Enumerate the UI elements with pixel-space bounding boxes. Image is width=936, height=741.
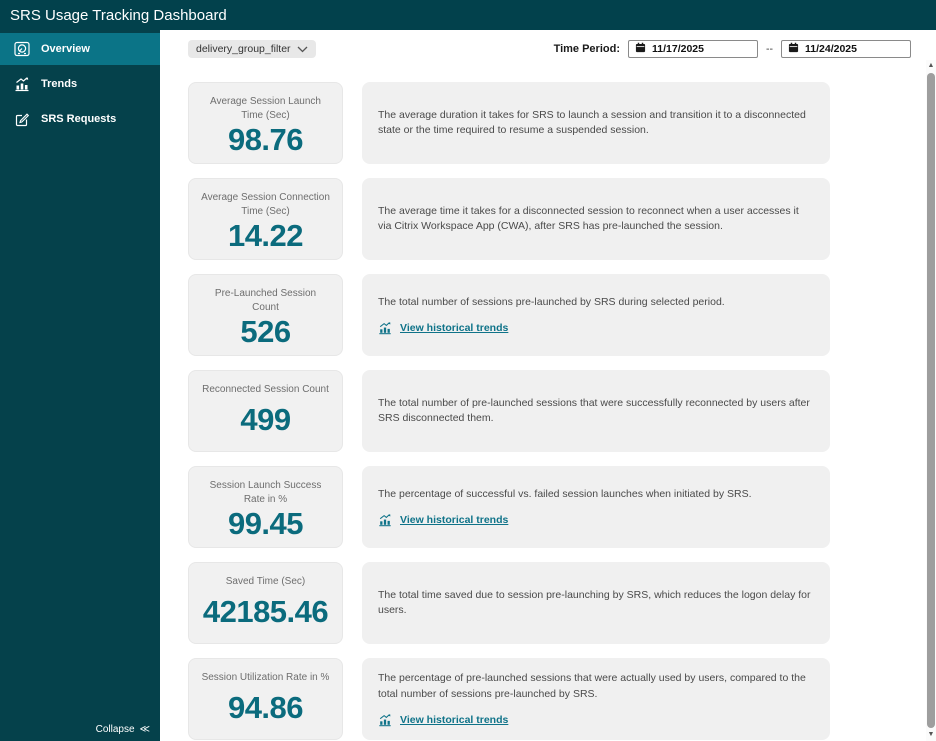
collapse-label: Collapse: [95, 724, 135, 735]
collapse-button[interactable]: Collapse ≪: [96, 724, 150, 735]
delivery-group-filter-dropdown[interactable]: delivery_group_filter: [188, 40, 316, 58]
metric-description-card: The average time it takes for a disconne…: [362, 178, 830, 260]
time-period-label: Time Period:: [553, 43, 620, 55]
trend-link-row: View historical trends: [378, 713, 814, 727]
metric-row: Saved Time (Sec) 42185.46 The total time…: [188, 562, 936, 644]
view-historical-trends-link[interactable]: View historical trends: [400, 322, 508, 334]
sidebar-nav: Overview Trends SRS Requests: [0, 33, 160, 135]
metric-row: Average Session Launch Time (Sec) 98.76 …: [188, 82, 936, 164]
metric-description-card: The total number of sessions pre-launche…: [362, 274, 830, 356]
trend-link-row: View historical trends: [378, 321, 814, 335]
metric-description: The total time saved due to session pre-…: [378, 588, 811, 616]
metric-value: 94.86: [227, 689, 304, 725]
double-chevron-left-icon: ≪: [139, 724, 150, 735]
metric-card: Session Launch Success Rate in % 99.45: [188, 466, 343, 548]
end-date-value: 11/24/2025: [805, 43, 857, 55]
gauge-icon: [14, 41, 30, 57]
metric-value: 14.22: [227, 218, 304, 253]
sidebar-item-label: SRS Requests: [41, 113, 117, 125]
sidebar-item-overview[interactable]: Overview: [0, 33, 160, 65]
scroll-down-arrow[interactable]: ▼: [928, 729, 935, 741]
calendar-icon: [788, 42, 799, 56]
metric-description: The percentage of successful vs. failed …: [378, 487, 752, 500]
metric-title: Session Utilization Rate in %: [201, 672, 330, 683]
filter-label: delivery_group_filter: [196, 43, 291, 55]
metric-title: Pre-Launched Session Count: [214, 288, 317, 313]
sidebar-item-label: Overview: [41, 43, 90, 55]
metric-card: Saved Time (Sec) 42185.46: [188, 562, 343, 644]
scroll-up-arrow[interactable]: ▲: [928, 60, 935, 72]
main-content: delivery_group_filter Time Period: 11/17…: [160, 30, 936, 741]
metric-description-card: The percentage of successful vs. failed …: [362, 466, 830, 548]
metric-description: The percentage of pre-launched sessions …: [378, 672, 806, 700]
date-range-separator: --: [766, 43, 773, 55]
metric-card: Session Utilization Rate in % 94.86: [188, 658, 343, 740]
metric-card: Average Session Launch Time (Sec) 98.76: [188, 82, 343, 164]
sidebar-item-srs-requests[interactable]: SRS Requests: [0, 103, 160, 135]
vertical-scrollbar[interactable]: ▲ ▼: [926, 60, 936, 741]
metric-description-card: The total number of pre-launched session…: [362, 370, 830, 452]
app-header: SRS Usage Tracking Dashboard: [0, 0, 936, 30]
start-date-value: 11/17/2025: [652, 43, 704, 55]
end-date-input[interactable]: 11/24/2025: [781, 40, 911, 58]
sidebar: Overview Trends SRS Requests Collapse ≪: [0, 30, 160, 741]
metric-row: Session Utilization Rate in % 94.86 The …: [188, 658, 936, 740]
edit-icon: [14, 111, 30, 127]
metric-card: Average Session Connection Time (Sec) 14…: [188, 178, 343, 260]
view-historical-trends-link[interactable]: View historical trends: [400, 714, 508, 726]
page-title: SRS Usage Tracking Dashboard: [10, 6, 227, 24]
scrollbar-thumb[interactable]: [927, 73, 935, 728]
metric-row: Reconnected Session Count 499 The total …: [188, 370, 936, 452]
metric-row: Average Session Connection Time (Sec) 14…: [188, 178, 936, 260]
trends-chart-icon: [378, 713, 392, 727]
metric-description-card: The percentage of pre-launched sessions …: [362, 658, 830, 740]
metric-description-card: The average duration it takes for SRS to…: [362, 82, 830, 164]
metric-title: Reconnected Session Count: [202, 384, 329, 395]
metric-description: The total number of sessions pre-launche…: [378, 295, 725, 308]
trends-chart-icon: [378, 321, 392, 335]
view-historical-trends-link[interactable]: View historical trends: [400, 514, 508, 526]
metric-card: Pre-Launched Session Count 526: [188, 274, 343, 356]
metric-description-card: The total time saved due to session pre-…: [362, 562, 830, 644]
metric-description: The average time it takes for a disconne…: [378, 204, 799, 232]
metric-row: Session Launch Success Rate in % 99.45 T…: [188, 466, 936, 548]
toolbar: delivery_group_filter Time Period: 11/17…: [188, 40, 911, 58]
chevron-down-icon: [297, 46, 308, 52]
time-period-group: Time Period: 11/17/2025 -- 11/24/2025: [554, 40, 911, 58]
metric-title: Saved Time (Sec): [225, 576, 306, 587]
metric-value: 526: [240, 314, 291, 349]
metric-card: Reconnected Session Count 499: [188, 370, 343, 452]
trends-chart-icon: [378, 513, 392, 527]
trend-link-row: View historical trends: [378, 513, 814, 527]
sidebar-item-trends[interactable]: Trends: [0, 68, 160, 100]
start-date-input[interactable]: 11/17/2025: [628, 40, 758, 58]
metric-description: The average duration it takes for SRS to…: [378, 108, 806, 136]
metric-value: 99.45: [227, 506, 304, 541]
metric-value: 499: [240, 401, 291, 437]
metric-row: Pre-Launched Session Count 526 The total…: [188, 274, 936, 356]
metric-value: 42185.46: [202, 593, 329, 629]
metrics-list: Average Session Launch Time (Sec) 98.76 …: [188, 82, 936, 740]
trends-chart-icon: [14, 76, 30, 92]
calendar-icon: [635, 42, 646, 56]
metric-title: Session Launch Success Rate in %: [209, 480, 322, 505]
metric-title: Average Session Launch Time (Sec): [209, 96, 321, 121]
sidebar-item-label: Trends: [41, 78, 78, 90]
metric-description: The total number of pre-launched session…: [378, 396, 810, 424]
metric-title: Average Session Connection Time (Sec): [201, 192, 330, 217]
metric-value: 98.76: [227, 122, 304, 157]
